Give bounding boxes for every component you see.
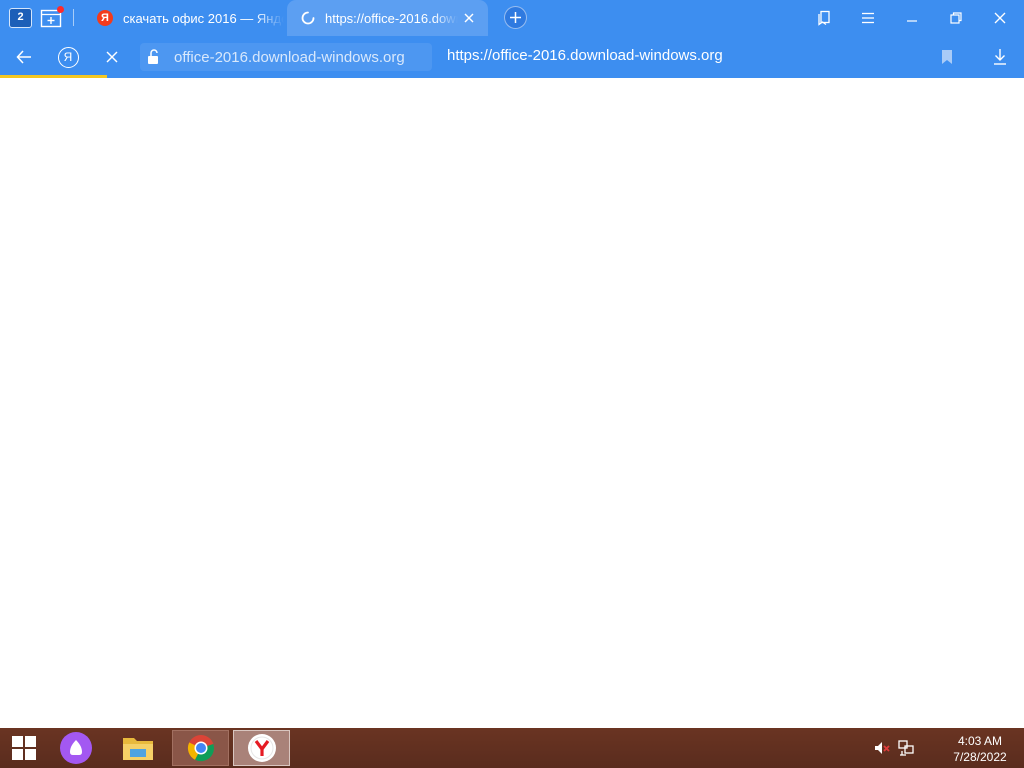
stop-loading-button[interactable] <box>98 44 126 70</box>
tab-title: скачать офис 2016 — Яндекс <box>123 10 284 26</box>
navigation-bar: Я office-2016.download-windows.org https… <box>0 36 1024 78</box>
tab-counter-button[interactable]: 2 <box>6 6 35 30</box>
tab-yandex-search[interactable]: Я скачать офис 2016 — Яндекс <box>86 0 284 36</box>
collections-icon <box>818 10 830 26</box>
address-input[interactable]: https://office-2016.download-windows.org <box>447 47 723 64</box>
close-icon <box>994 12 1006 24</box>
tab-office-2016[interactable]: https://office-2016.download-windows.org <box>287 0 488 36</box>
restore-button[interactable] <box>941 4 971 32</box>
minimize-button[interactable] <box>897 4 927 32</box>
bookmarks-collections-button[interactable] <box>809 4 839 32</box>
close-window-button[interactable] <box>985 4 1015 32</box>
yandex-home-button[interactable]: Я <box>54 44 82 70</box>
site-info-box[interactable]: office-2016.download-windows.org <box>140 43 432 71</box>
yandex-logo-icon: Я <box>57 46 79 68</box>
loading-spinner-icon <box>301 11 315 25</box>
alice-assistant-button[interactable] <box>50 728 102 768</box>
browser-chrome: 2 Я скачать офис 2016 — Яндекс https://o… <box>0 0 1024 78</box>
taskbar-clock[interactable]: 4:03 AM 7/28/2022 <box>936 733 1024 765</box>
windows-start-icon <box>12 736 36 760</box>
tab-title: https://office-2016.download-windows.org <box>325 10 458 26</box>
downloads-button[interactable] <box>986 44 1014 70</box>
back-button[interactable] <box>10 44 38 70</box>
stop-icon <box>106 51 118 63</box>
bookmark-button[interactable] <box>933 44 961 70</box>
restore-icon <box>950 12 962 24</box>
tab-strip: 2 Я скачать офис 2016 — Яндекс https://o… <box>0 0 1024 36</box>
clock-time: 4:03 AM <box>957 734 1003 748</box>
chrome-taskbar-button[interactable] <box>172 730 229 766</box>
back-arrow-icon <box>16 50 31 64</box>
bookmark-icon <box>942 50 952 64</box>
hamburger-menu-icon <box>862 12 874 24</box>
volume-muted-icon[interactable] <box>873 739 891 757</box>
yandex-browser-taskbar-button[interactable] <box>233 730 290 766</box>
file-explorer-icon <box>123 738 153 760</box>
chrome-icon <box>187 735 214 762</box>
clock-date: 7/28/2022 <box>953 750 1007 764</box>
download-icon <box>994 49 1006 65</box>
alice-assistant-icon <box>60 732 92 764</box>
yandex-browser-icon <box>247 734 276 762</box>
new-tab-button[interactable] <box>504 6 527 29</box>
start-button[interactable] <box>0 728 48 768</box>
yandex-favicon-icon: Я <box>97 10 113 26</box>
network-icon[interactable] <box>897 739 915 757</box>
page-content-area[interactable] <box>0 78 1024 728</box>
menu-button[interactable] <box>853 4 883 32</box>
file-explorer-button[interactable] <box>110 728 166 768</box>
tab-count: 2 <box>17 11 24 23</box>
unlocked-padlock-icon[interactable] <box>144 47 164 67</box>
tab-divider <box>73 9 74 26</box>
minimize-icon <box>907 20 917 22</box>
tab-close-icon[interactable] <box>460 9 478 27</box>
address-domain: office-2016.download-windows.org <box>174 48 405 66</box>
plus-icon <box>510 12 521 23</box>
notification-dot <box>57 6 64 13</box>
new-tab-group-button[interactable] <box>40 6 66 30</box>
windows-taskbar: 4:03 AM 7/28/2022 <box>0 728 1024 768</box>
